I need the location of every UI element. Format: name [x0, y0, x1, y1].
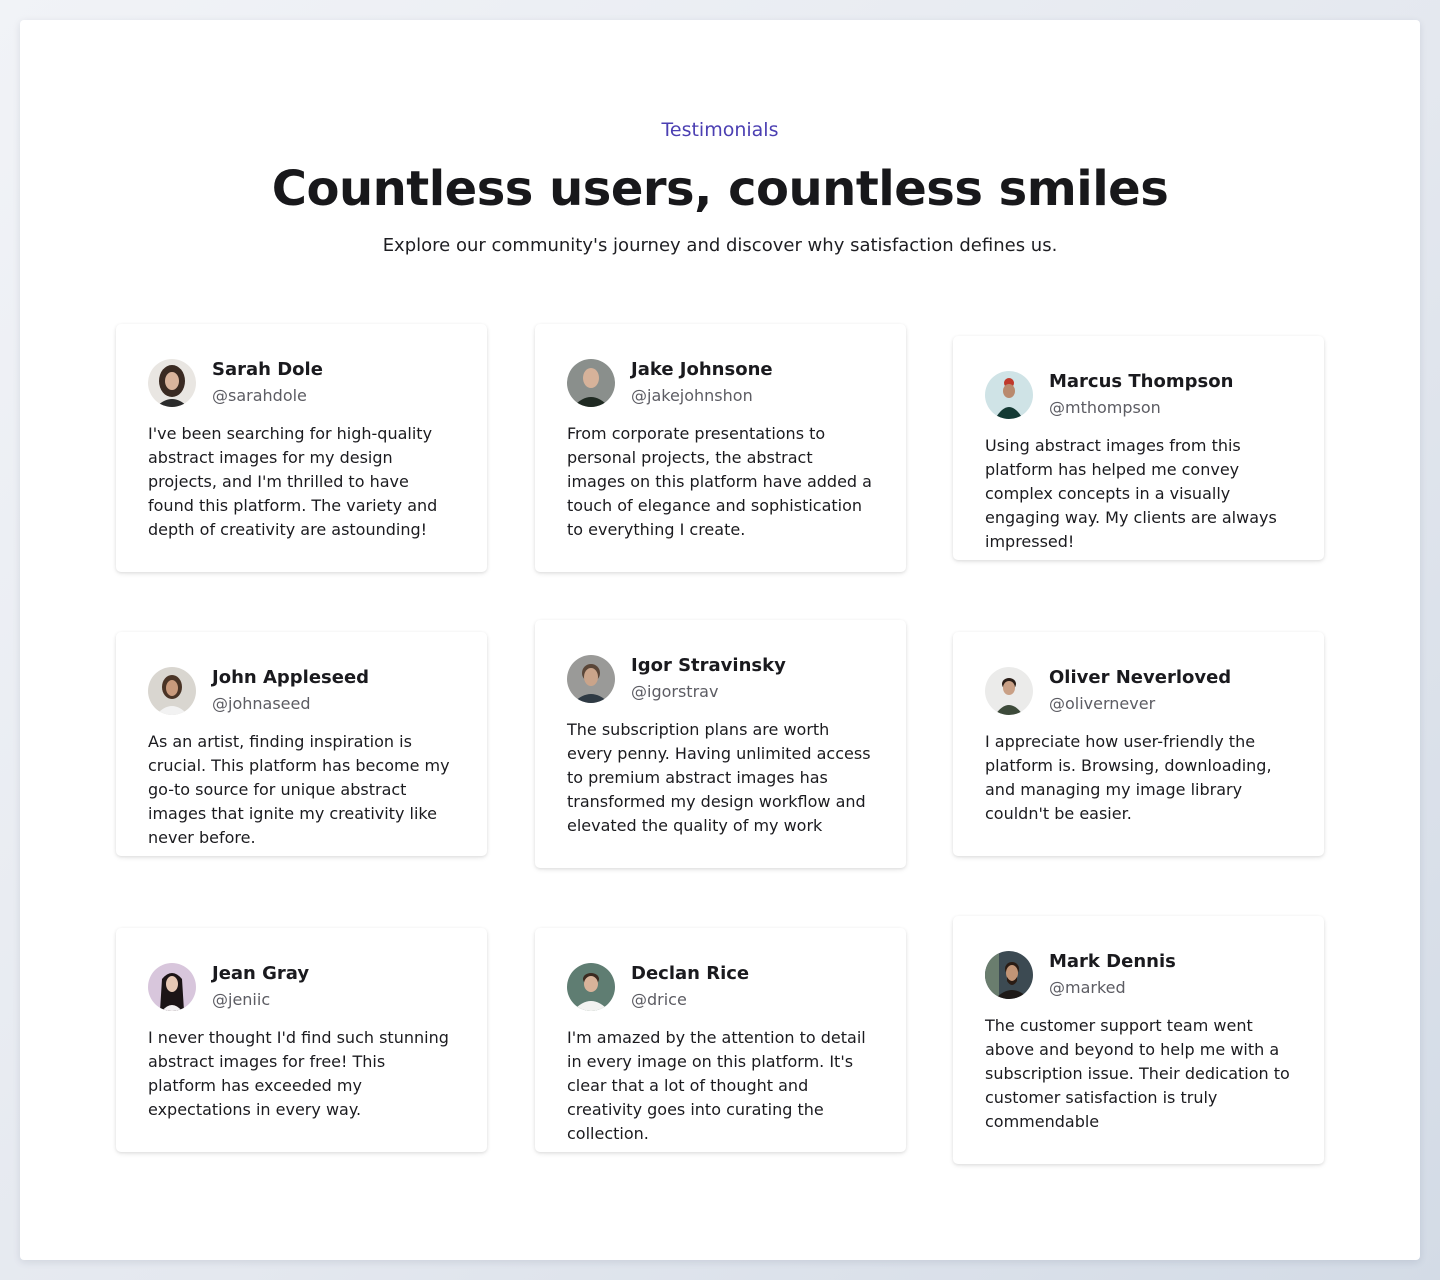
testimonial-card: Igor Stravinsky @igorstrav The subscript… — [535, 620, 906, 868]
author-handle: @drice — [631, 990, 687, 1009]
author-name: John Appleseed — [212, 667, 370, 688]
author-name: Jean Gray — [212, 963, 310, 984]
avatar-photo-icon — [985, 951, 1033, 999]
avatar-photo-icon — [567, 963, 615, 1011]
author-handle: @jakejohnshon — [631, 386, 753, 405]
testimonial-quote: From corporate presentations to personal… — [567, 424, 872, 539]
testimonial-card: Declan Rice @drice I'm amazed by the att… — [535, 928, 906, 1152]
author-name: Mark Dennis — [1049, 951, 1176, 972]
testimonial-quote: The customer support team went above and… — [985, 1016, 1290, 1131]
testimonial-quote: As an artist, finding inspiration is cru… — [148, 732, 450, 847]
card-author: Mark Dennis @marked — [985, 950, 1292, 1000]
avatar-photo-icon — [148, 359, 196, 407]
card-author: John Appleseed @johnaseed — [148, 666, 455, 716]
testimonial-quote: I've been searching for high-quality abs… — [148, 424, 438, 539]
testimonial-card: John Appleseed @johnaseed As an artist, … — [116, 632, 487, 856]
testimonial-card: Jean Gray @jeniic I never thought I'd fi… — [116, 928, 487, 1152]
testimonial-card: Sarah Dole @sarahdole I've been searchin… — [116, 324, 487, 572]
testimonial-card: Mark Dennis @marked The customer support… — [953, 916, 1324, 1164]
card-author: Oliver Neverloved @olivernever — [985, 666, 1292, 716]
testimonial-quote: I appreciate how user-friendly the platf… — [985, 732, 1272, 823]
author-name: Jake Johnsone — [631, 359, 773, 380]
author-name: Marcus Thompson — [1049, 371, 1234, 392]
avatar-photo-icon — [567, 655, 615, 703]
testimonial-quote: I'm amazed by the attention to detail in… — [567, 1028, 866, 1143]
card-author: Jake Johnsone @jakejohnshon — [567, 358, 874, 408]
testimonial-card: Oliver Neverloved @olivernever I appreci… — [953, 632, 1324, 856]
testimonials-panel: Testimonials Countless users, countless … — [20, 20, 1420, 1260]
author-name: Igor Stravinsky — [631, 655, 786, 676]
testimonial-card: Jake Johnsone @jakejohnshon From corpora… — [535, 324, 906, 572]
testimonial-quote: Using abstract images from this platform… — [985, 436, 1277, 551]
author-handle: @marked — [1049, 978, 1126, 997]
author-handle: @igorstrav — [631, 682, 719, 701]
card-author: Declan Rice @drice — [567, 962, 874, 1012]
page-title: Countless users, countless smiles — [271, 161, 1169, 217]
section-eyebrow: Testimonials — [661, 119, 779, 141]
avatar-photo-icon — [985, 667, 1033, 715]
testimonial-card: Marcus Thompson @mthompson Using abstrac… — [953, 336, 1324, 560]
author-name: Sarah Dole — [212, 359, 323, 380]
card-author: Marcus Thompson @mthompson — [985, 370, 1292, 420]
author-handle: @jeniic — [212, 990, 271, 1009]
card-author: Igor Stravinsky @igorstrav — [567, 654, 874, 704]
author-handle: @olivernever — [1049, 694, 1156, 713]
avatar-photo-icon — [985, 371, 1033, 419]
testimonial-quote: I never thought I'd find such stunning a… — [148, 1028, 449, 1119]
avatar-photo-icon — [148, 963, 196, 1011]
testimonial-quote: The subscription plans are worth every p… — [567, 720, 871, 835]
avatar-photo-icon — [567, 359, 615, 407]
card-author: Jean Gray @jeniic — [148, 962, 455, 1012]
card-author: Sarah Dole @sarahdole — [148, 358, 455, 408]
author-handle: @sarahdole — [212, 386, 307, 405]
page-subtitle: Explore our community's journey and disc… — [382, 235, 1058, 256]
author-handle: @johnaseed — [212, 694, 311, 713]
avatar-photo-icon — [148, 667, 196, 715]
author-name: Oliver Neverloved — [1049, 667, 1232, 688]
author-name: Declan Rice — [631, 963, 750, 984]
author-handle: @mthompson — [1049, 398, 1161, 417]
